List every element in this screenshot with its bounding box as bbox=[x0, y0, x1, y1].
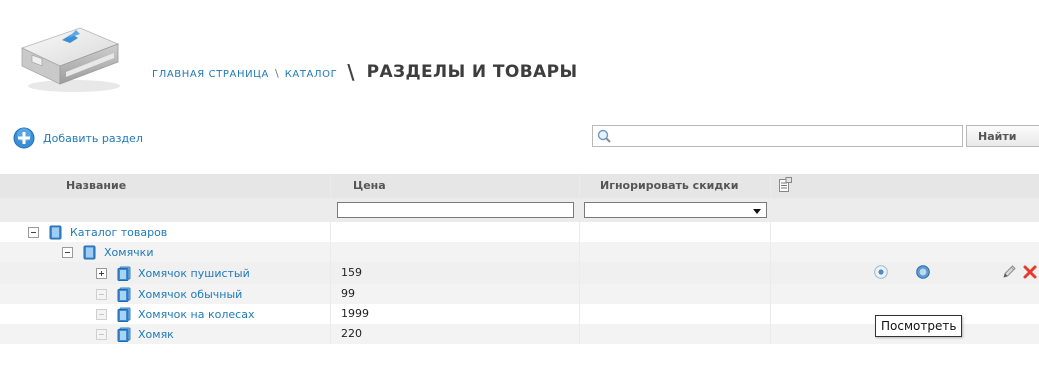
find-button[interactable]: Найти bbox=[966, 125, 1039, 147]
collapse-toggle bbox=[96, 308, 107, 320]
column-header-name[interactable]: Название bbox=[66, 174, 126, 198]
circle-icon[interactable] bbox=[916, 265, 930, 279]
column-header-ignore-discounts[interactable]: Игнорировать скидки bbox=[600, 174, 738, 198]
tree-node-label[interactable]: Хомячок обычный bbox=[138, 288, 242, 301]
eye-icon[interactable] bbox=[874, 265, 888, 279]
product-icon bbox=[117, 327, 131, 342]
price-filter-input[interactable] bbox=[337, 202, 574, 218]
product-icon bbox=[117, 266, 131, 281]
tree-node-label[interactable]: Хомячок пушистый bbox=[138, 267, 250, 280]
table-row[interactable]: Хомячок пушистый 159 bbox=[0, 262, 1039, 284]
view-tooltip: Посмотреть bbox=[875, 315, 963, 337]
breadcrumb-catalog-link[interactable]: КАТАЛОГ bbox=[285, 69, 338, 80]
price-value: 159 bbox=[341, 266, 362, 279]
tree-node-label[interactable]: Хомячок на колесах bbox=[138, 308, 254, 321]
table-header-row: Название Цена Игнорировать скидки bbox=[0, 174, 1039, 198]
breadcrumb-separator: \ bbox=[274, 67, 279, 80]
price-value: 99 bbox=[341, 287, 355, 300]
magnifier-icon bbox=[597, 129, 611, 143]
search-box bbox=[592, 125, 963, 147]
table-row[interactable]: Хомячки bbox=[0, 242, 1039, 262]
product-icon bbox=[117, 287, 131, 302]
expand-toggle[interactable] bbox=[96, 267, 107, 279]
add-section-button[interactable]: Добавить раздел bbox=[13, 127, 143, 149]
breadcrumb: ГЛАВНАЯ СТРАНИЦА \ КАТАЛОГ \ РАЗДЕЛЫ И Т… bbox=[152, 58, 578, 84]
page-title: РАЗДЕЛЫ И ТОВАРЫ bbox=[366, 62, 578, 82]
pencil-icon[interactable] bbox=[1001, 264, 1017, 280]
plus-circle-icon bbox=[13, 127, 35, 149]
ignore-discounts-filter-select[interactable] bbox=[584, 202, 767, 218]
price-value: 1999 bbox=[341, 307, 369, 320]
product-icon bbox=[117, 307, 131, 322]
table-row[interactable]: Каталог товаров bbox=[0, 222, 1039, 242]
collapse-toggle[interactable] bbox=[28, 226, 39, 238]
price-value: 220 bbox=[341, 327, 362, 340]
column-header-price[interactable]: Цена bbox=[353, 174, 386, 198]
tree-node-label[interactable]: Каталог товаров bbox=[70, 226, 167, 239]
catalog-logo bbox=[20, 27, 120, 92]
search-input[interactable] bbox=[613, 126, 958, 146]
folder-icon bbox=[83, 245, 96, 259]
collapse-toggle bbox=[96, 288, 107, 300]
column-settings-icon[interactable] bbox=[779, 177, 792, 192]
tree-node-label[interactable]: Хомяк bbox=[138, 328, 174, 341]
chevron-down-icon bbox=[753, 209, 761, 214]
filter-row bbox=[0, 198, 1039, 222]
breadcrumb-title-separator: \ bbox=[347, 60, 355, 84]
x-icon[interactable] bbox=[1022, 264, 1038, 280]
collapse-toggle bbox=[96, 328, 107, 340]
breadcrumb-home-link[interactable]: ГЛАВНАЯ СТРАНИЦА bbox=[152, 69, 269, 80]
collapse-toggle[interactable] bbox=[62, 246, 73, 258]
folder-icon bbox=[49, 225, 62, 239]
add-section-label: Добавить раздел bbox=[43, 131, 143, 145]
tree-node-label[interactable]: Хомячки bbox=[104, 246, 153, 259]
table-row[interactable]: Хомячок обычный 99 bbox=[0, 284, 1039, 304]
